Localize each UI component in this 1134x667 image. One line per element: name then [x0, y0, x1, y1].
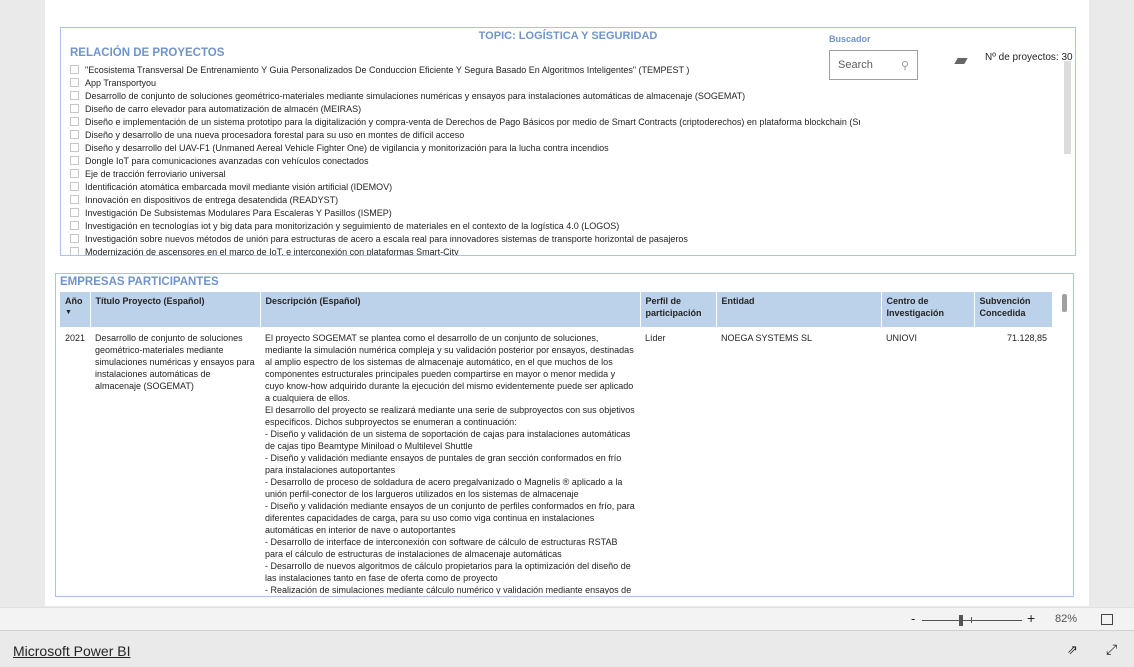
- cell-profile: Líder: [645, 333, 666, 343]
- project-item[interactable]: Modernización de ascensores en el marco …: [70, 245, 860, 255]
- projects-slicer-list: "Ecosistema Transversal De Entrenamiento…: [70, 63, 860, 255]
- cell-year: 2021: [65, 333, 86, 343]
- project-item[interactable]: Desarrollo de conjunto de soluciones geo…: [70, 89, 860, 102]
- checkbox[interactable]: [70, 143, 79, 152]
- project-label: Diseño y desarrollo de una nueva procesa…: [85, 129, 465, 140]
- project-item[interactable]: Diseño e implementación de un sistema pr…: [70, 115, 860, 128]
- companies-title: EMPRESAS PARTICIPANTES: [60, 276, 219, 288]
- checkbox[interactable]: [70, 247, 79, 255]
- project-label: Diseño y desarrollo del UAV-F1 (Unmaned …: [85, 142, 609, 153]
- header-profile[interactable]: Perfil de participación: [640, 292, 717, 327]
- project-item[interactable]: Investigación sobre nuevos métodos de un…: [70, 232, 860, 245]
- projects-panel: TOPIC: LOGÍSTICA Y SEGURIDAD RELACIÓN DE…: [60, 27, 1076, 256]
- project-count: Nº de proyectos: 30: [985, 52, 1073, 63]
- header-title[interactable]: Título Proyecto (Español): [90, 292, 261, 327]
- header-entity[interactable]: Entidad: [716, 292, 882, 327]
- search-placeholder: Search: [838, 59, 873, 71]
- list-scrollbar[interactable]: [1064, 61, 1071, 154]
- cell-grant: 71.128,85: [1006, 333, 1047, 343]
- zoom-slider-tick: [971, 617, 972, 623]
- projects-title: RELACIÓN DE PROYECTOS: [70, 47, 225, 59]
- eraser-icon[interactable]: [954, 58, 968, 64]
- checkbox[interactable]: [70, 234, 79, 243]
- checkbox[interactable]: [70, 182, 79, 191]
- companies-table: Año ▼ Título Proyecto (Español) Descripci…: [60, 292, 1053, 599]
- checkbox[interactable]: [70, 208, 79, 217]
- header-grant[interactable]: Subvención Concedida: [974, 292, 1053, 327]
- share-icon[interactable]: ⇗: [1067, 642, 1078, 658]
- search-icon: ⚲: [900, 60, 909, 72]
- checkbox[interactable]: [70, 130, 79, 139]
- checkbox[interactable]: [70, 91, 79, 100]
- checkbox[interactable]: [70, 78, 79, 87]
- sort-desc-icon: ▼: [65, 309, 72, 316]
- project-label: Investigación en tecnologías iot y big d…: [85, 220, 620, 231]
- zoom-slider-thumb[interactable]: [959, 615, 963, 626]
- project-item[interactable]: Diseño y desarrollo de una nueva procesa…: [70, 128, 860, 141]
- cell-entity: NOEGA SYSTEMS SL: [721, 333, 813, 343]
- checkbox[interactable]: [70, 221, 79, 230]
- cell-title: Desarrollo de conjunto de soluciones geo…: [95, 333, 255, 391]
- zoom-level: 82%: [1055, 613, 1078, 625]
- checkbox[interactable]: [70, 169, 79, 178]
- cell-description: El proyecto SOGEMAT se plantea como el d…: [265, 333, 635, 594]
- checkbox[interactable]: [70, 65, 79, 74]
- project-item[interactable]: Eje de tracción ferroviario universal: [70, 167, 860, 180]
- report-canvas: TOPIC: LOGÍSTICA Y SEGURIDAD RELACIÓN DE…: [45, 0, 1089, 606]
- project-item[interactable]: Diseño de carro elevador para automatiza…: [70, 102, 860, 115]
- project-label: Investigación sobre nuevos métodos de un…: [85, 233, 688, 244]
- project-label: Modernización de ascensores en el marco …: [85, 246, 459, 256]
- project-label: Desarrollo de conjunto de soluciones geo…: [85, 90, 746, 101]
- project-label: Diseño e implementación de un sistema pr…: [85, 116, 860, 127]
- project-item[interactable]: Dongle IoT para comunicaciones avanzadas…: [70, 154, 860, 167]
- project-label: Diseño de carro elevador para automatiza…: [85, 103, 362, 114]
- fullscreen-icon[interactable]: ⤢: [1106, 641, 1117, 658]
- project-item[interactable]: Identificación atomática embarcada movil…: [70, 180, 860, 193]
- checkbox[interactable]: [70, 156, 79, 165]
- project-label: Identificación atomática embarcada movil…: [85, 181, 393, 192]
- companies-panel: EMPRESAS PARTICIPANTES Año ▼ Título Proye…: [55, 273, 1074, 597]
- project-item[interactable]: App Transportyou: [70, 76, 860, 89]
- table-scrollbar[interactable]: [1062, 294, 1067, 312]
- project-label: Innovación en dispositivos de entrega de…: [85, 194, 339, 205]
- project-item[interactable]: "Ecosistema Transversal De Entrenamiento…: [70, 63, 860, 76]
- header-description[interactable]: Descripción (Español): [260, 292, 641, 327]
- zoom-in-button[interactable]: +: [1027, 610, 1035, 626]
- table-row: 2021 Desarrollo de conjunto de solucione…: [60, 327, 1052, 599]
- project-item[interactable]: Investigación De Subsistemas Modulares P…: [70, 206, 860, 219]
- topic-title: TOPIC: LOGÍSTICA Y SEGURIDAD: [478, 30, 658, 42]
- fit-to-page-icon[interactable]: [1101, 614, 1113, 625]
- zoom-slider[interactable]: [922, 620, 1022, 621]
- checkbox[interactable]: [70, 195, 79, 204]
- checkbox[interactable]: [70, 104, 79, 113]
- project-item[interactable]: Diseño y desarrollo del UAV-F1 (Unmaned …: [70, 141, 860, 154]
- project-label: Eje de tracción ferroviario universal: [85, 168, 226, 179]
- project-label: App Transportyou: [85, 77, 157, 88]
- header-center[interactable]: Centro de Investigación: [881, 292, 975, 327]
- cell-center: UNIOVI: [886, 333, 918, 343]
- powerbi-link[interactable]: Microsoft Power BI: [13, 643, 130, 659]
- checkbox[interactable]: [70, 117, 79, 126]
- zoom-out-button[interactable]: -: [911, 611, 915, 626]
- project-label: "Ecosistema Transversal De Entrenamiento…: [85, 64, 690, 75]
- zoom-bar: - + 82%: [0, 607, 1134, 631]
- table-header-row: Año ▼ Título Proyecto (Español) Descripci…: [60, 292, 1053, 327]
- header-year[interactable]: Año ▼: [60, 292, 91, 327]
- project-label: Dongle IoT para comunicaciones avanzadas…: [85, 155, 369, 166]
- search-label: Buscador: [829, 34, 871, 44]
- project-item[interactable]: Innovación en dispositivos de entrega de…: [70, 193, 860, 206]
- project-label: Investigación De Subsistemas Modulares P…: [85, 207, 392, 218]
- project-item[interactable]: Investigación en tecnologías iot y big d…: [70, 219, 860, 232]
- search-input[interactable]: Search ⚲: [829, 50, 918, 80]
